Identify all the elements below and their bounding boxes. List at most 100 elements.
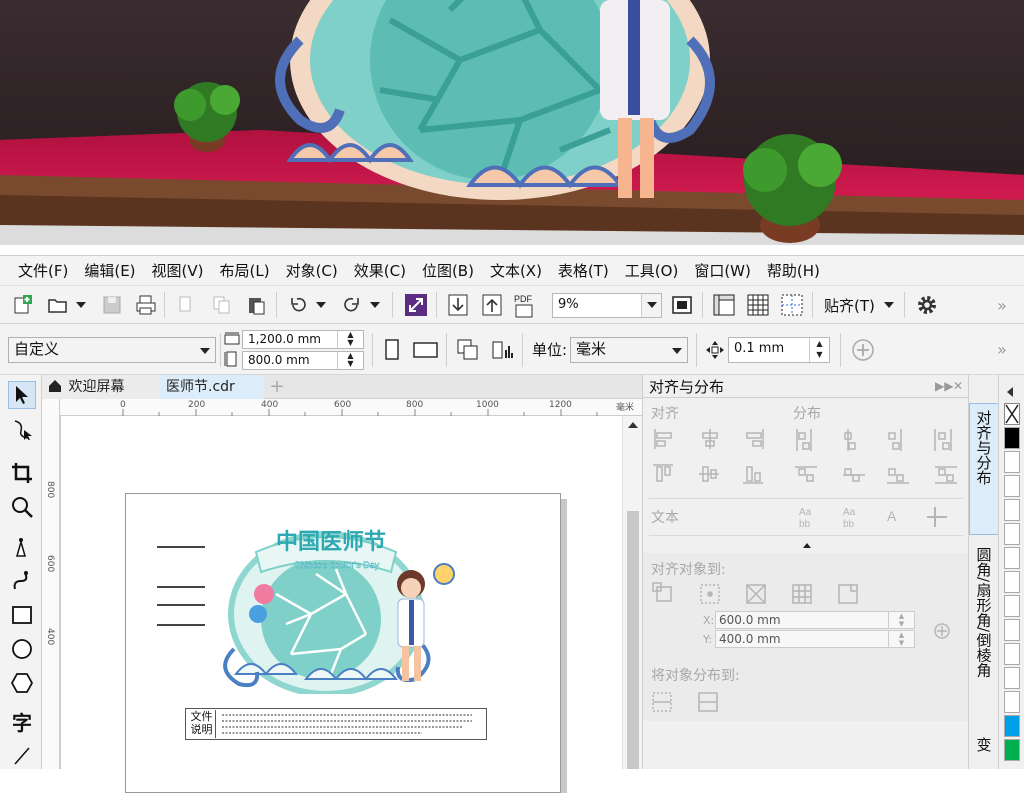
collapse-arrow-icon[interactable] [803, 543, 811, 548]
color-swatch[interactable] [1004, 739, 1020, 761]
corel-connect-icon[interactable] [404, 293, 428, 317]
landscape-orientation-icon[interactable] [412, 338, 440, 362]
color-swatch[interactable] [1004, 547, 1020, 569]
chevron-down-icon[interactable] [74, 298, 88, 312]
vertical-ruler[interactable]: 800 600 400 [42, 399, 60, 769]
color-swatch[interactable] [1004, 667, 1020, 689]
new-document-icon[interactable] [10, 293, 34, 317]
color-swatch[interactable] [1004, 715, 1020, 737]
menu-layout[interactable]: 布局(L) [216, 256, 282, 286]
units-select[interactable]: 毫米 [570, 337, 688, 363]
color-swatch[interactable] [1004, 475, 1020, 497]
tab-align-distribute[interactable]: 对齐与分布 [969, 403, 999, 535]
color-swatch[interactable] [1004, 523, 1020, 545]
doctors-day-arch-artwork[interactable]: 中国医师节 Chinese doctor's Day [216, 524, 466, 700]
horizontal-ruler[interactable]: 0 200 400 600 800 1000 1200 毫米 [60, 399, 642, 416]
gear-icon[interactable] [914, 293, 940, 317]
artistic-media-tool-icon[interactable] [8, 567, 36, 595]
menu-help[interactable]: 帮助(H) [763, 256, 832, 286]
export-icon[interactable] [480, 293, 504, 317]
copy-icon[interactable] [210, 293, 234, 317]
menu-edit[interactable]: 编辑(E) [80, 256, 147, 286]
undo-icon[interactable] [286, 293, 310, 317]
tab-fillet-scallop-chamfer[interactable]: 圆角/扇形角/倒棱角 [969, 543, 999, 731]
all-pages-icon[interactable] [456, 338, 480, 362]
tab-document[interactable]: 医师节.cdr [160, 375, 264, 399]
menu-effects[interactable]: 效果(C) [350, 256, 418, 286]
close-icon[interactable]: ✕ [953, 379, 963, 393]
shape-tool-icon[interactable] [8, 415, 36, 443]
color-swatch[interactable] [1004, 571, 1020, 593]
save-icon[interactable] [100, 293, 124, 317]
scroll-up-icon[interactable] [628, 422, 638, 428]
vertical-scrollbar[interactable] [622, 416, 642, 769]
color-swatch[interactable] [1004, 499, 1020, 521]
menu-window[interactable]: 窗口(W) [690, 256, 763, 286]
toolbar-overflow-icon[interactable]: » [992, 295, 1012, 315]
color-swatch[interactable] [1004, 691, 1020, 713]
menu-tools[interactable]: 工具(O) [621, 256, 691, 286]
page-width-input[interactable]: 1,200.0 mm ▲ ▼ [242, 330, 364, 349]
menu-object[interactable]: 对象(C) [282, 256, 350, 286]
print-icon[interactable] [134, 293, 158, 317]
menu-view[interactable]: 视图(V) [148, 256, 216, 286]
color-swatch[interactable] [1004, 619, 1020, 641]
x-coordinate-input[interactable]: 600.0 mm ▲ ▼ [715, 611, 915, 629]
add-preset-icon[interactable] [850, 338, 876, 362]
y-coordinate-input[interactable]: 400.0 mm ▲ ▼ [715, 630, 915, 648]
add-tab-icon[interactable]: + [264, 375, 290, 399]
units-label: 单位: [532, 341, 568, 359]
full-screen-preview-icon[interactable] [670, 293, 694, 317]
crop-tool-icon[interactable] [8, 459, 36, 487]
pick-tool-icon[interactable] [8, 381, 36, 409]
snap-to-button[interactable]: 贴齐(T) [824, 295, 875, 316]
tab-welcome-screen[interactable]: 欢迎屏幕 [42, 375, 160, 399]
page-size-preset-select[interactable]: 自定义 [8, 337, 216, 363]
polygon-tool-icon[interactable] [8, 669, 36, 697]
menu-bitmaps[interactable]: 位图(B) [418, 256, 486, 286]
scrollbar-thumb[interactable] [627, 511, 639, 769]
export-pdf-icon[interactable]: PDF [512, 291, 538, 319]
parallel-dimension-tool-icon[interactable] [8, 741, 36, 769]
freehand-tool-icon[interactable] [8, 533, 36, 561]
docker-expand-icon[interactable]: ▶▶ [935, 379, 953, 393]
paste-icon[interactable] [244, 293, 268, 317]
menu-text[interactable]: 文本(X) [486, 256, 554, 286]
zoom-level-combo[interactable]: 9% [552, 293, 662, 318]
align-distribute-icon-grid[interactable] [643, 425, 963, 495]
text-align-icons[interactable]: Aabb Aabb A [793, 503, 993, 531]
color-swatch[interactable] [1004, 427, 1020, 449]
palette-scroll-icon[interactable] [1007, 387, 1013, 397]
chevron-down-icon[interactable] [368, 298, 382, 312]
menu-file[interactable]: 文件(F) [14, 256, 80, 286]
file-description-box[interactable]: 文件说明 [185, 708, 487, 740]
import-icon[interactable] [446, 293, 470, 317]
no-color-swatch[interactable] [1004, 403, 1020, 425]
ellipse-tool-icon[interactable] [8, 635, 36, 663]
menu-table[interactable]: 表格(T) [554, 256, 621, 286]
target-point-icon[interactable] [933, 622, 951, 644]
show-grid-icon[interactable] [746, 293, 770, 317]
show-rulers-icon[interactable] [712, 293, 736, 317]
rectangle-tool-icon[interactable] [8, 601, 36, 629]
text-tool-icon[interactable]: 字 [8, 707, 36, 735]
cut-icon[interactable] [174, 293, 198, 317]
nudge-distance-input[interactable]: 0.1 mm ▲ ▼ [728, 337, 830, 363]
align-to-icons[interactable] [651, 581, 871, 609]
portrait-orientation-icon[interactable] [380, 338, 404, 362]
open-folder-icon[interactable] [46, 293, 70, 317]
show-guidelines-icon[interactable] [780, 293, 804, 317]
drawing-canvas[interactable]: 中国医师节 Chinese doctor's Day 文件说明 [60, 416, 626, 793]
property-bar-overflow-icon[interactable]: » [992, 339, 1012, 359]
color-swatch[interactable] [1004, 595, 1020, 617]
distribute-to-icons[interactable] [651, 689, 741, 719]
zoom-tool-icon[interactable] [8, 493, 36, 521]
color-swatch[interactable] [1004, 643, 1020, 665]
chevron-down-icon[interactable] [882, 298, 896, 312]
page-height-input[interactable]: 800.0 mm ▲ ▼ [242, 351, 364, 370]
tab-transform[interactable]: 变 [969, 735, 999, 769]
chevron-down-icon[interactable] [314, 298, 328, 312]
redo-icon[interactable] [340, 293, 364, 317]
color-swatch[interactable] [1004, 451, 1020, 473]
current-page-icon[interactable] [490, 338, 516, 362]
